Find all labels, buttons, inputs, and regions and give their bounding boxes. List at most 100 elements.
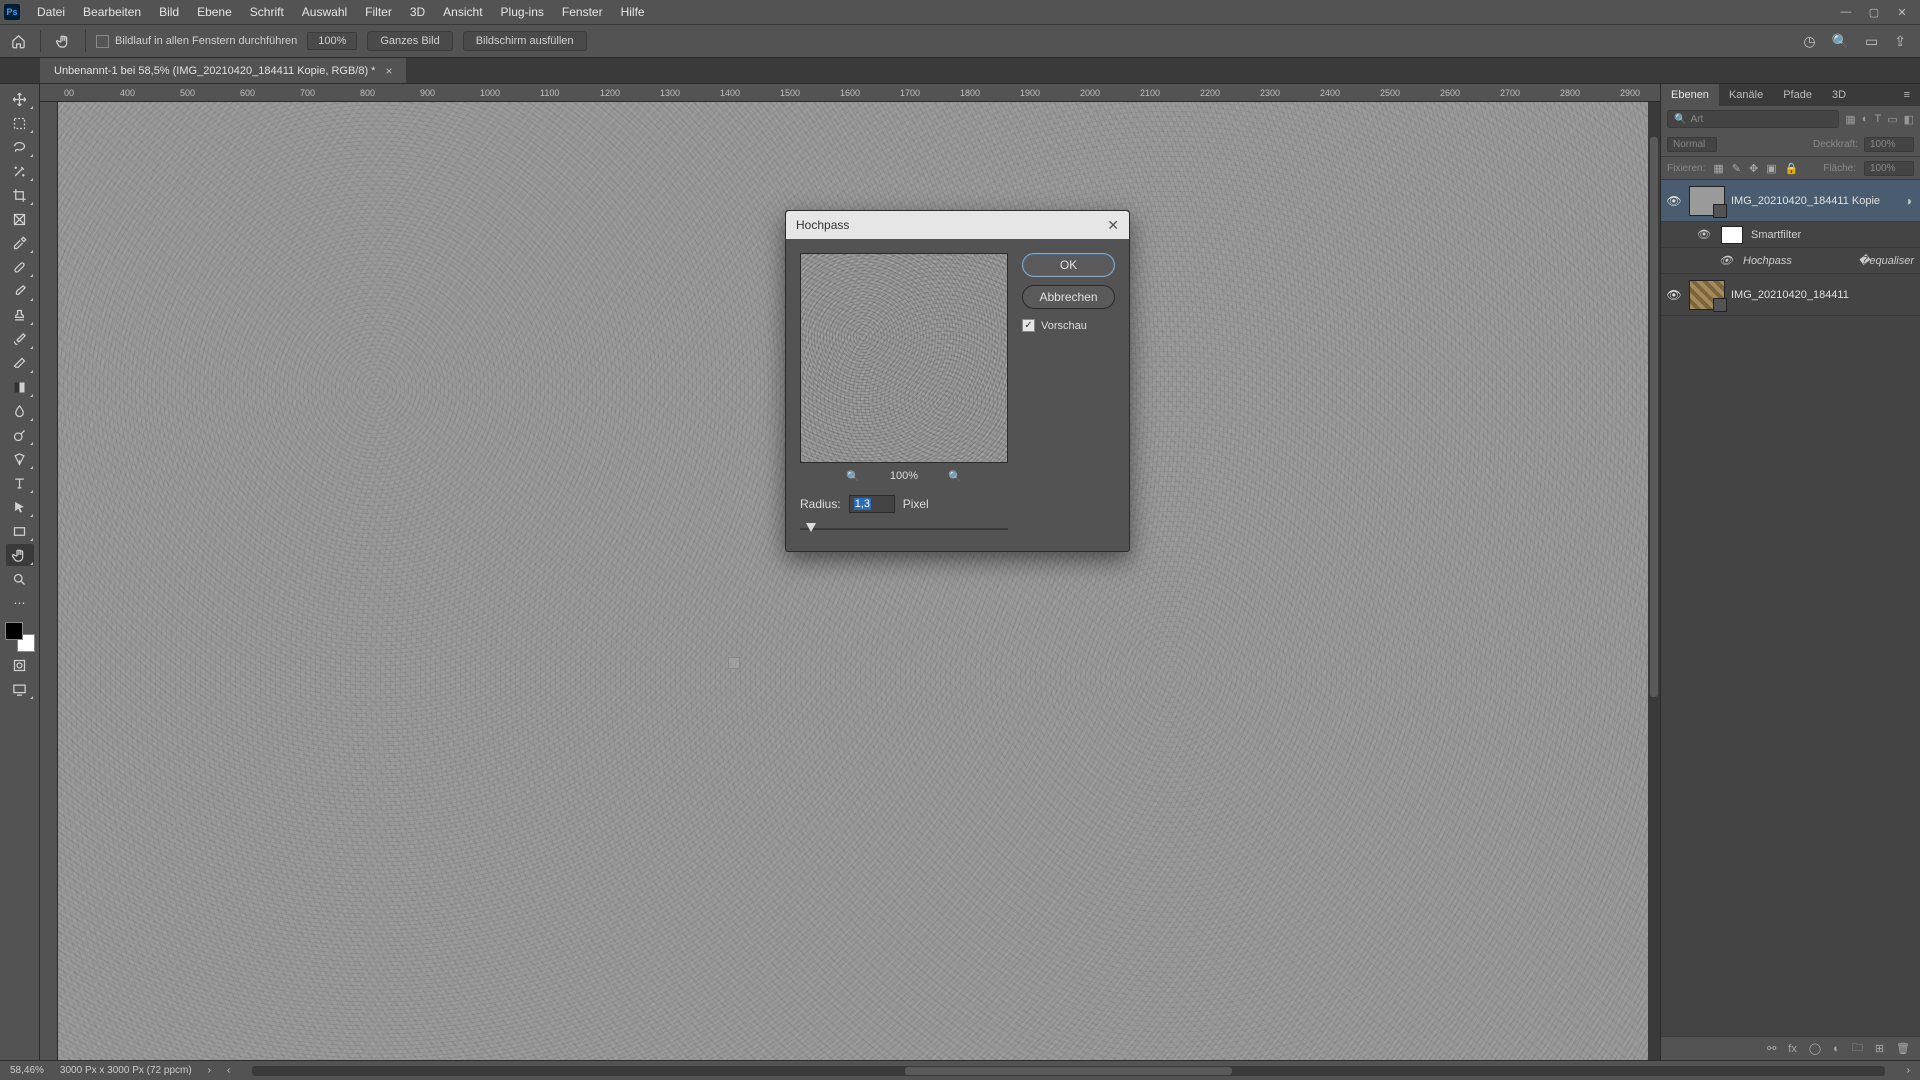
new-layer-icon[interactable]: ⊞: [1875, 1042, 1884, 1055]
visibility-toggle-icon[interactable]: 👁: [1695, 228, 1713, 241]
color-swatches[interactable]: [5, 622, 35, 652]
scroll-all-windows-checkbox[interactable]: Bildlauf in allen Fenstern durchführen: [96, 35, 297, 48]
menu-hilfe[interactable]: Hilfe: [612, 5, 654, 19]
eraser-tool[interactable]: [6, 352, 34, 374]
stamp-tool[interactable]: [6, 304, 34, 326]
layer-thumbnail[interactable]: [1689, 186, 1725, 216]
quick-mask-button[interactable]: [6, 654, 34, 676]
status-arrow-icon[interactable]: ›: [208, 1065, 211, 1076]
menu-filter[interactable]: Filter: [356, 5, 401, 19]
menu-fenster[interactable]: Fenster: [553, 5, 612, 19]
layer-row[interactable]: 👁 IMG_20210420_184411 Kopie ◑: [1661, 180, 1920, 222]
scrollbar-thumb[interactable]: [905, 1067, 1231, 1075]
lock-transparent-icon[interactable]: ▦: [1713, 162, 1723, 175]
filter-entry-row[interactable]: 👁 Hochpass �equaliser: [1661, 248, 1920, 274]
lasso-tool[interactable]: [6, 136, 34, 158]
visibility-toggle-icon[interactable]: 👁: [1665, 194, 1683, 208]
zoom-tool[interactable]: [6, 568, 34, 590]
delete-layer-icon[interactable]: 🗑: [1896, 1042, 1910, 1055]
status-doc-info[interactable]: 3000 Px x 3000 Px (72 ppcm): [60, 1065, 192, 1076]
slider-handle-icon[interactable]: [806, 523, 816, 532]
cancel-button[interactable]: Abbrechen: [1022, 285, 1115, 309]
share-icon[interactable]: ⇪: [1894, 33, 1906, 50]
filter-pixel-icon[interactable]: ▦: [1845, 113, 1855, 126]
link-layers-icon[interactable]: ⚯: [1767, 1042, 1776, 1055]
ruler-vertical[interactable]: [40, 102, 58, 1060]
crop-tool[interactable]: [6, 184, 34, 206]
layer-group-icon[interactable]: 🗀: [1852, 1039, 1863, 1058]
scroll-right-icon[interactable]: ›: [1907, 1065, 1910, 1076]
layer-filter-type[interactable]: 🔍 Art: [1667, 110, 1839, 128]
type-tool[interactable]: [6, 472, 34, 494]
document-tab[interactable]: Unbenannt-1 bei 58,5% (IMG_20210420_1844…: [40, 58, 406, 83]
zoom-field[interactable]: 100%: [307, 32, 357, 50]
tab-ebenen[interactable]: Ebenen: [1661, 84, 1719, 106]
dodge-tool[interactable]: [6, 424, 34, 446]
menu-schrift[interactable]: Schrift: [241, 5, 293, 19]
layer-name[interactable]: IMG_20210420_184411 Kopie: [1731, 195, 1899, 207]
history-brush-tool[interactable]: [6, 328, 34, 350]
tab-pfade[interactable]: Pfade: [1773, 84, 1822, 106]
layer-mask-icon[interactable]: ◯: [1809, 1042, 1821, 1055]
preview-checkbox[interactable]: ✓ Vorschau: [1022, 319, 1115, 332]
blend-mode-select[interactable]: Normal: [1667, 137, 1717, 152]
menu-ebene[interactable]: Ebene: [188, 5, 241, 19]
screen-mode-button[interactable]: [6, 678, 34, 700]
frame-tool[interactable]: [6, 208, 34, 230]
menu-bild[interactable]: Bild: [150, 5, 188, 19]
lock-position-icon[interactable]: ✥: [1749, 162, 1758, 175]
horizontal-scrollbar[interactable]: [252, 1066, 1884, 1076]
scroll-left-icon[interactable]: ‹: [227, 1065, 230, 1076]
fit-image-button[interactable]: Ganzes Bild: [367, 31, 452, 51]
layer-row[interactable]: 👁 IMG_20210420_184411: [1661, 274, 1920, 316]
hand-tool[interactable]: [6, 544, 34, 566]
hand-tool-indicator[interactable]: [51, 29, 75, 53]
tab-kanaele[interactable]: Kanäle: [1719, 84, 1773, 106]
brush-tool[interactable]: [6, 280, 34, 302]
panel-menu-icon[interactable]: ≡: [1894, 84, 1920, 106]
layer-name[interactable]: IMG_20210420_184411: [1731, 289, 1916, 301]
home-button[interactable]: [6, 29, 30, 53]
smart-filter-indicator-icon[interactable]: ◑: [1905, 194, 1916, 208]
window-close-button[interactable]: ✕: [1888, 2, 1916, 22]
blur-tool[interactable]: [6, 400, 34, 422]
menu-3d[interactable]: 3D: [401, 5, 434, 19]
workspace-icon[interactable]: ▭: [1865, 33, 1878, 50]
foreground-color-swatch[interactable]: [5, 622, 23, 640]
layer-thumbnail[interactable]: [1689, 280, 1725, 310]
menu-plugins[interactable]: Plug-ins: [492, 5, 553, 19]
visibility-toggle-icon[interactable]: 👁: [1717, 254, 1735, 267]
marquee-tool[interactable]: [6, 112, 34, 134]
tab-3d[interactable]: 3D: [1822, 84, 1856, 106]
zoom-in-icon[interactable]: 🔍: [948, 470, 962, 483]
search-icon[interactable]: 🔍: [1832, 33, 1849, 50]
lock-artboard-icon[interactable]: ▣: [1766, 162, 1776, 175]
menu-datei[interactable]: Datei: [28, 5, 74, 19]
window-minimize-button[interactable]: —: [1832, 2, 1860, 22]
shape-tool[interactable]: [6, 520, 34, 542]
filter-adjust-icon[interactable]: ◐: [1862, 113, 1869, 125]
adjustment-layer-icon[interactable]: ◐: [1833, 1043, 1840, 1055]
menu-auswahl[interactable]: Auswahl: [293, 5, 356, 19]
filter-type-icon[interactable]: T: [1874, 113, 1881, 125]
fill-field[interactable]: 100%: [1864, 161, 1914, 176]
lock-pixels-icon[interactable]: ✎: [1732, 162, 1741, 175]
cloud-docs-icon[interactable]: ◷: [1803, 33, 1815, 50]
fill-screen-button[interactable]: Bildschirm ausfüllen: [463, 31, 587, 51]
window-maximize-button[interactable]: ▢: [1860, 2, 1888, 22]
dialog-close-button[interactable]: ✕: [1107, 217, 1119, 234]
filter-shape-icon[interactable]: ▭: [1887, 113, 1897, 126]
smart-filters-row[interactable]: 👁 Smartfilter: [1661, 222, 1920, 248]
scrollbar-thumb[interactable]: [1650, 137, 1658, 697]
visibility-toggle-icon[interactable]: 👁: [1665, 288, 1683, 302]
lock-all-icon[interactable]: 🔒: [1785, 162, 1799, 175]
zoom-out-icon[interactable]: 🔍: [846, 470, 860, 483]
magic-wand-tool[interactable]: [6, 160, 34, 182]
filter-smart-icon[interactable]: ◧: [1904, 113, 1914, 126]
eyedropper-tool[interactable]: [6, 232, 34, 254]
menu-bearbeiten[interactable]: Bearbeiten: [74, 5, 150, 19]
radius-slider[interactable]: [800, 521, 1008, 537]
dialog-titlebar[interactable]: Hochpass ✕: [786, 211, 1129, 239]
layer-fx-icon[interactable]: fx: [1788, 1043, 1797, 1055]
close-tab-icon[interactable]: ×: [385, 64, 392, 78]
